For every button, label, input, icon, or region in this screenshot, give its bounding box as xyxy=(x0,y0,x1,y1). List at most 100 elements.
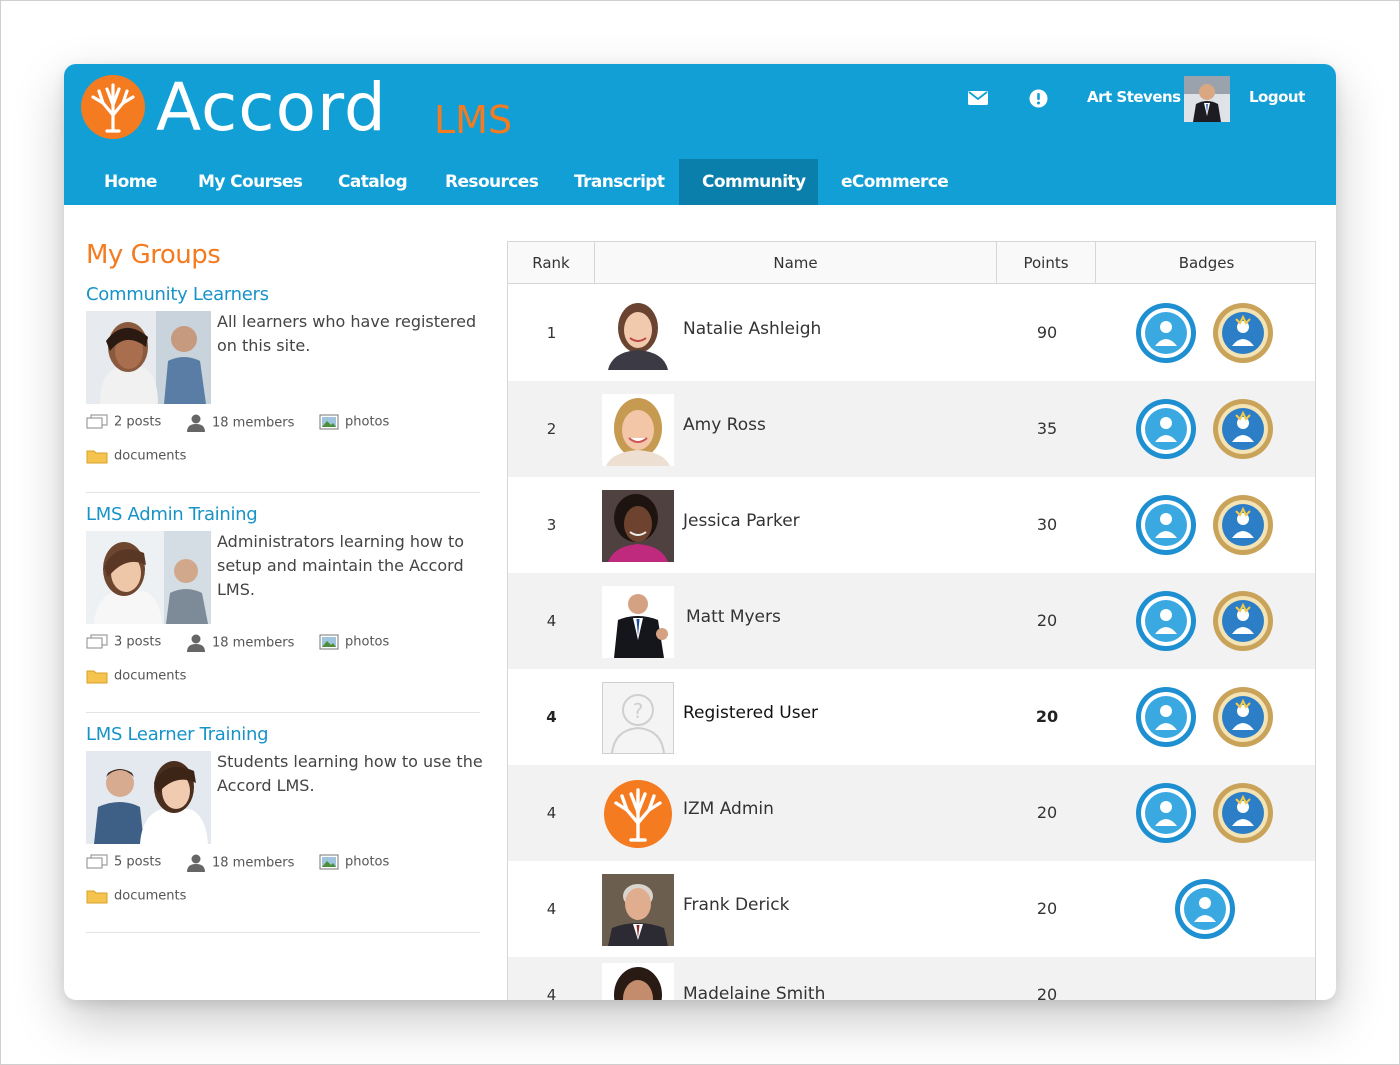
table-row[interactable]: 4 Frank Derick 20 xyxy=(508,861,1315,957)
documents-link[interactable]: documents xyxy=(86,668,186,684)
tree-logo-icon[interactable] xyxy=(602,778,674,850)
points-cell: 20 xyxy=(1035,707,1059,726)
column-header-rank[interactable]: Rank xyxy=(508,242,595,284)
documents-link[interactable]: documents xyxy=(86,448,186,464)
group-description: Administrators learning how to setup and… xyxy=(217,532,465,599)
members-count[interactable]: 18 members xyxy=(186,854,294,872)
mail-icon[interactable] xyxy=(968,90,988,105)
photos-label: photos xyxy=(345,634,390,650)
documents-label: documents xyxy=(114,668,187,684)
default-avatar-icon[interactable]: ? xyxy=(602,682,674,754)
column-header-name[interactable]: Name xyxy=(595,242,997,284)
table-row[interactable]: 4 Madelaine Smith 20 xyxy=(508,957,1315,1000)
user-name-link[interactable]: Natalie Ashleigh xyxy=(683,319,821,339)
points-cell: 20 xyxy=(1036,899,1058,918)
gold-award-badge-icon[interactable] xyxy=(1212,686,1274,748)
logout-link[interactable]: Logout xyxy=(1249,88,1305,106)
main-nav: Home My Courses Catalog Resources Transc… xyxy=(64,159,1336,205)
nav-transcript[interactable]: Transcript xyxy=(551,159,687,205)
column-header-points[interactable]: Points xyxy=(997,242,1096,284)
nav-home[interactable]: Home xyxy=(81,159,180,205)
user-name-link[interactable]: Amy Ross xyxy=(683,415,766,435)
tree-logo-icon[interactable] xyxy=(81,75,145,139)
svg-text:?: ? xyxy=(633,699,644,723)
group-title-link[interactable]: LMS Admin Training xyxy=(86,504,480,525)
blue-award-badge-icon[interactable] xyxy=(1135,782,1197,844)
blue-award-badge-icon[interactable] xyxy=(1135,686,1197,748)
group-card: LMS Admin Training Administrators learni… xyxy=(86,504,480,684)
rank-cell: 4 xyxy=(546,708,557,726)
user-name-link[interactable]: Madelaine Smith xyxy=(683,984,825,1000)
posts-count[interactable]: 3 posts xyxy=(86,634,161,650)
user-icon xyxy=(187,854,205,872)
blue-award-badge-icon[interactable] xyxy=(1135,590,1197,652)
table-row[interactable]: 2 Amy Ross 35 xyxy=(508,381,1315,477)
app-window: Accord LMS Art Stevens Logout Home My Co… xyxy=(64,64,1336,1000)
nav-my-courses[interactable]: My Courses xyxy=(175,159,325,205)
posts-count[interactable]: 2 posts xyxy=(86,414,161,430)
user-avatar[interactable] xyxy=(602,586,674,658)
rank-cell: 1 xyxy=(546,324,557,342)
gold-award-badge-icon[interactable] xyxy=(1212,782,1274,844)
folder-icon xyxy=(86,450,108,464)
user-name-link[interactable]: Registered User xyxy=(683,703,818,723)
posts-icon xyxy=(86,414,108,429)
rank-cell: 4 xyxy=(546,900,557,918)
documents-link[interactable]: documents xyxy=(86,888,186,904)
points-cell: 20 xyxy=(1036,611,1058,630)
table-row[interactable]: 1 Natalie Ashleigh 90 xyxy=(508,285,1315,381)
group-thumbnail[interactable] xyxy=(86,531,211,624)
table-header: Rank Name Points Badges xyxy=(508,242,1315,284)
group-title-link[interactable]: LMS Learner Training xyxy=(86,724,480,745)
group-title-link[interactable]: Community Learners xyxy=(86,284,480,305)
table-row[interactable]: 4 IZM Admin 20 xyxy=(508,765,1315,861)
points-cell: 20 xyxy=(1036,803,1058,822)
nav-catalog[interactable]: Catalog xyxy=(315,159,430,205)
posts-label: 3 posts xyxy=(114,634,162,650)
blue-award-badge-icon[interactable] xyxy=(1135,494,1197,556)
posts-icon xyxy=(86,634,108,649)
user-avatar[interactable] xyxy=(602,394,674,466)
gold-award-badge-icon[interactable] xyxy=(1212,302,1274,364)
user-icon xyxy=(187,414,205,432)
gold-award-badge-icon[interactable] xyxy=(1212,590,1274,652)
rank-cell: 3 xyxy=(546,516,557,534)
user-name-link[interactable]: Jessica Parker xyxy=(683,511,800,531)
blue-award-badge-icon[interactable] xyxy=(1135,398,1197,460)
photos-link[interactable]: photos xyxy=(319,854,389,870)
group-card: LMS Learner Training Students learning h… xyxy=(86,724,483,904)
table-row[interactable]: 3 Jessica Parker 30 xyxy=(508,477,1315,573)
group-card: Community Learners All learners who have… xyxy=(86,284,480,464)
nav-ecommerce[interactable]: eCommerce xyxy=(818,159,971,205)
user-avatar[interactable] xyxy=(602,963,674,1000)
group-thumbnail[interactable] xyxy=(86,751,211,844)
user-avatar[interactable] xyxy=(602,298,674,370)
nav-resources[interactable]: Resources xyxy=(422,159,561,205)
posts-count[interactable]: 5 posts xyxy=(86,854,161,870)
table-row[interactable]: 4 Matt Myers 20 xyxy=(508,573,1315,669)
gold-award-badge-icon[interactable] xyxy=(1212,398,1274,460)
points-cell: 30 xyxy=(1036,515,1058,534)
group-thumbnail[interactable] xyxy=(86,311,211,404)
gold-award-badge-icon[interactable] xyxy=(1212,494,1274,556)
user-avatar[interactable] xyxy=(1184,76,1230,122)
table-row[interactable]: 4 ? Registered User 20 xyxy=(508,669,1315,765)
user-name-link[interactable]: IZM Admin xyxy=(683,799,774,819)
user-avatar[interactable] xyxy=(602,874,674,946)
user-name-link[interactable]: Frank Derick xyxy=(683,895,789,915)
rank-cell: 4 xyxy=(546,804,557,822)
blue-award-badge-icon[interactable] xyxy=(1174,878,1236,940)
members-count[interactable]: 18 members xyxy=(186,414,294,432)
posts-icon xyxy=(86,854,108,869)
user-name-link[interactable]: Matt Myers xyxy=(686,607,781,627)
user-name-link[interactable]: Art Stevens xyxy=(1087,88,1181,106)
members-count[interactable]: 18 members xyxy=(186,634,294,652)
logo-wordmark[interactable]: Accord xyxy=(156,68,387,148)
blue-award-badge-icon[interactable] xyxy=(1135,302,1197,364)
alert-icon[interactable] xyxy=(1029,89,1048,108)
user-avatar[interactable] xyxy=(602,490,674,562)
photos-link[interactable]: photos xyxy=(319,414,389,430)
column-header-badges[interactable]: Badges xyxy=(1096,242,1315,284)
photos-link[interactable]: photos xyxy=(319,634,389,650)
nav-community[interactable]: Community xyxy=(679,159,818,205)
